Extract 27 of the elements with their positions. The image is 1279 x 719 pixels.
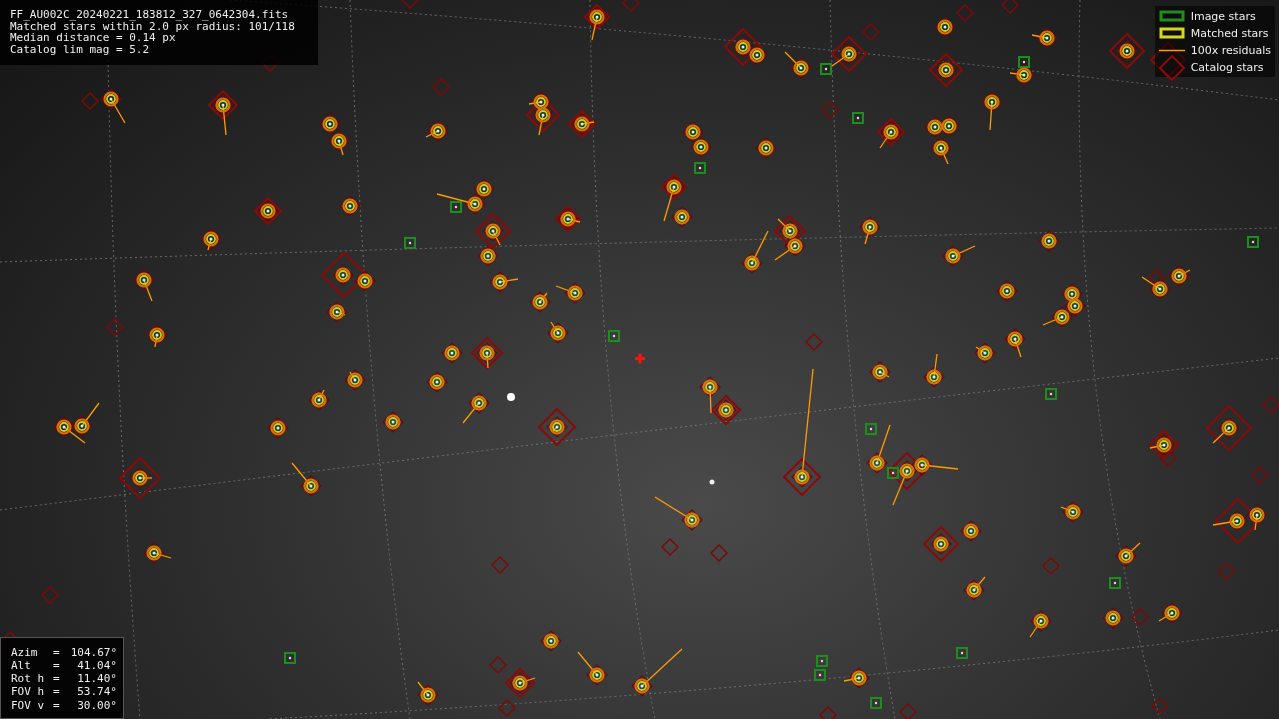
pointing-label: Alt xyxy=(11,659,32,673)
pointing-label: Azim xyxy=(11,646,39,659)
equals-sign: = xyxy=(53,646,61,659)
equals-sign: = xyxy=(53,673,61,686)
equals-sign: = xyxy=(53,659,61,673)
matched-star-square-icon xyxy=(1158,27,1185,39)
pointing-value: 11.40° xyxy=(76,673,117,686)
pointing-value: 41.04° xyxy=(76,659,117,673)
pointing-label: FOV v xyxy=(11,699,46,712)
pointing-value: 53.74° xyxy=(76,686,117,699)
info-text: Matched stars within 2.0 px radius: 101/118 xyxy=(10,20,296,33)
pointing-value: 30.00° xyxy=(76,699,117,712)
legend-label: Matched stars xyxy=(1190,26,1269,40)
equals-sign: = xyxy=(53,686,61,699)
diamond-icon xyxy=(1158,55,1185,81)
equals-sign: = xyxy=(53,699,61,712)
legend-label: 100x residuals xyxy=(1190,43,1271,57)
legend-label: Catalog stars xyxy=(1190,60,1264,74)
pointing-value: 104.67° xyxy=(69,646,117,659)
info-text: FF_AU002C_20240221_183812_327_0642304.fits xyxy=(10,9,290,21)
pointing-label: Rot h xyxy=(11,673,46,686)
legend-label: Image stars xyxy=(1190,9,1256,23)
residual-line-icon xyxy=(1158,48,1185,52)
info-text: Median distance = 0.14 px xyxy=(10,32,176,44)
info-text: Catalog lim mag = 5.2 xyxy=(10,43,151,56)
pointing-label: FOV h xyxy=(11,686,46,699)
image-star-square-icon xyxy=(1158,10,1185,22)
